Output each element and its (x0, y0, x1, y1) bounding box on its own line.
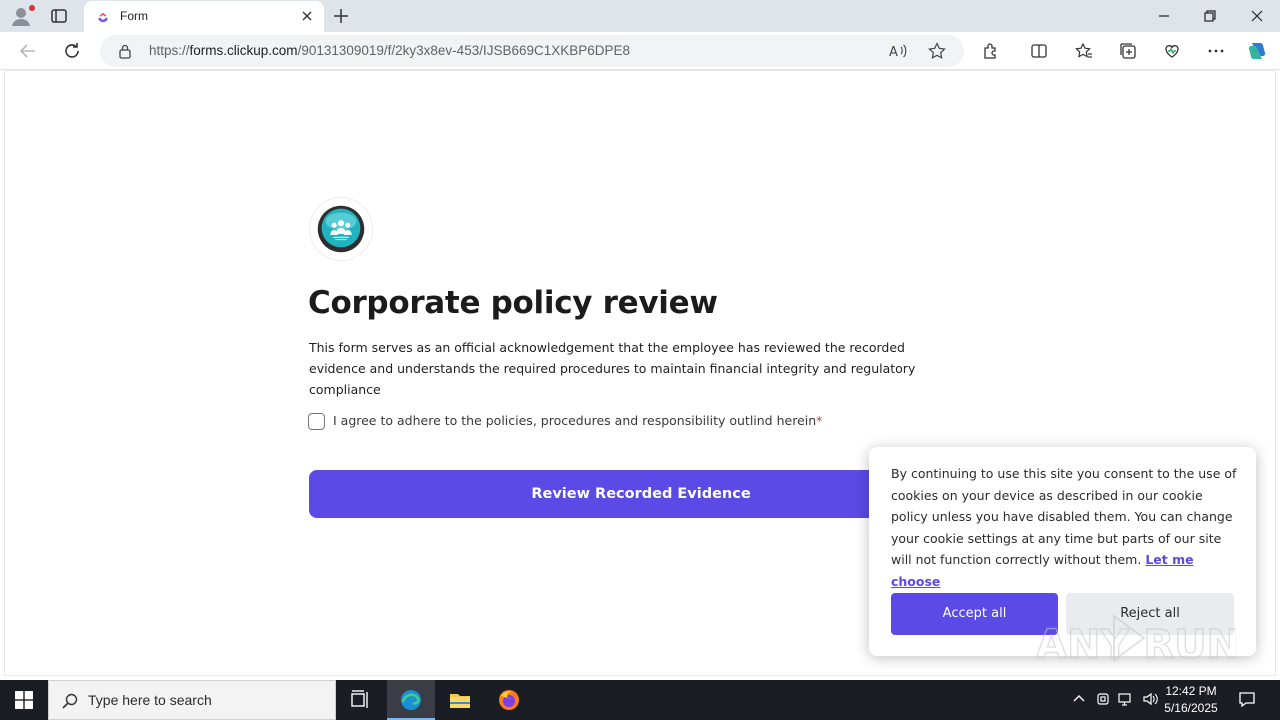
lock-icon[interactable] (118, 43, 132, 59)
show-hidden-icons-chevron-icon[interactable] (1071, 691, 1087, 707)
required-mark: * (816, 413, 823, 428)
task-view-icon[interactable] (348, 688, 372, 712)
url-path: /90131309019/f/2ky3x8ev-453/IJSB669C1XKB… (297, 43, 631, 58)
url-host: forms.clickup.com (189, 43, 298, 58)
form-description: This form serves as an official acknowle… (309, 340, 916, 397)
split-screen-icon[interactable] (1030, 42, 1048, 60)
search-placeholder: Type here to search (88, 692, 212, 708)
browser-tab-bar: Form (0, 0, 1280, 32)
url-prefix: https:// (149, 43, 190, 58)
more-menu-icon[interactable] (1207, 42, 1225, 60)
company-logo (309, 197, 373, 261)
favorite-star-icon[interactable] (928, 42, 946, 60)
tab-actions-icon[interactable] (50, 7, 68, 25)
agree-label[interactable]: I agree to adhere to the policies, proce… (333, 413, 822, 428)
url-text[interactable]: https://forms.clickup.com/90131309019/f/… (149, 43, 630, 58)
taskbar-clock[interactable]: 12:42 PM 5/16/2025 (1160, 683, 1222, 717)
screen: Form https://forms.clickup.com/901313090… (0, 0, 1280, 720)
cookie-consent-text: By continuing to use this site you conse… (891, 463, 1239, 592)
volume-icon[interactable] (1142, 691, 1158, 707)
windows-start-icon[interactable] (15, 691, 33, 709)
network-icon[interactable] (1118, 691, 1134, 707)
svg-text:A: A (889, 45, 898, 60)
anyrun-watermark: ANY RUN (1036, 614, 1236, 669)
search-icon (62, 693, 78, 709)
read-aloud-icon[interactable]: A (888, 42, 908, 60)
agree-checkbox[interactable] (308, 413, 325, 430)
close-window-icon[interactable] (1249, 9, 1265, 23)
browser-toolbar: https://forms.clickup.com/90131309019/f/… (0, 32, 1280, 70)
close-tab-icon[interactable] (300, 9, 314, 23)
collections-icon[interactable] (1119, 42, 1137, 60)
accept-all-button[interactable]: Accept all (891, 593, 1058, 635)
notification-center-icon[interactable] (1238, 690, 1256, 708)
tab-title: Form (120, 9, 148, 23)
copilot-icon[interactable] (1246, 40, 1268, 62)
firefox-icon[interactable] (497, 688, 521, 712)
clock-date: 5/16/2025 (1164, 701, 1218, 715)
meet-now-icon[interactable] (1095, 691, 1111, 707)
minimize-icon[interactable] (1156, 9, 1172, 23)
windows-taskbar: Type here to search 12:42 PM 5/16/2025 (0, 680, 1280, 720)
restore-icon[interactable] (1202, 9, 1218, 23)
clock-time: 12:42 PM (1165, 684, 1217, 698)
back-icon[interactable] (18, 41, 38, 61)
clickup-favicon-icon (98, 12, 108, 23)
taskbar-search-box[interactable]: Type here to search (48, 680, 336, 720)
browser-essentials-icon[interactable] (1163, 42, 1181, 60)
extensions-icon[interactable] (982, 42, 1000, 60)
new-tab-icon[interactable] (332, 7, 350, 25)
form-title: Corporate policy review (308, 285, 718, 321)
edge-icon[interactable] (399, 688, 423, 712)
reload-icon[interactable] (62, 41, 82, 61)
tab-form[interactable]: Form (84, 1, 324, 32)
agree-label-text: I agree to adhere to the policies, proce… (333, 413, 817, 428)
address-bar[interactable]: https://forms.clickup.com/90131309019/f/… (100, 35, 964, 67)
favorites-icon[interactable] (1075, 42, 1093, 60)
profile-notification-dot (29, 5, 35, 11)
file-explorer-icon[interactable] (448, 688, 472, 712)
